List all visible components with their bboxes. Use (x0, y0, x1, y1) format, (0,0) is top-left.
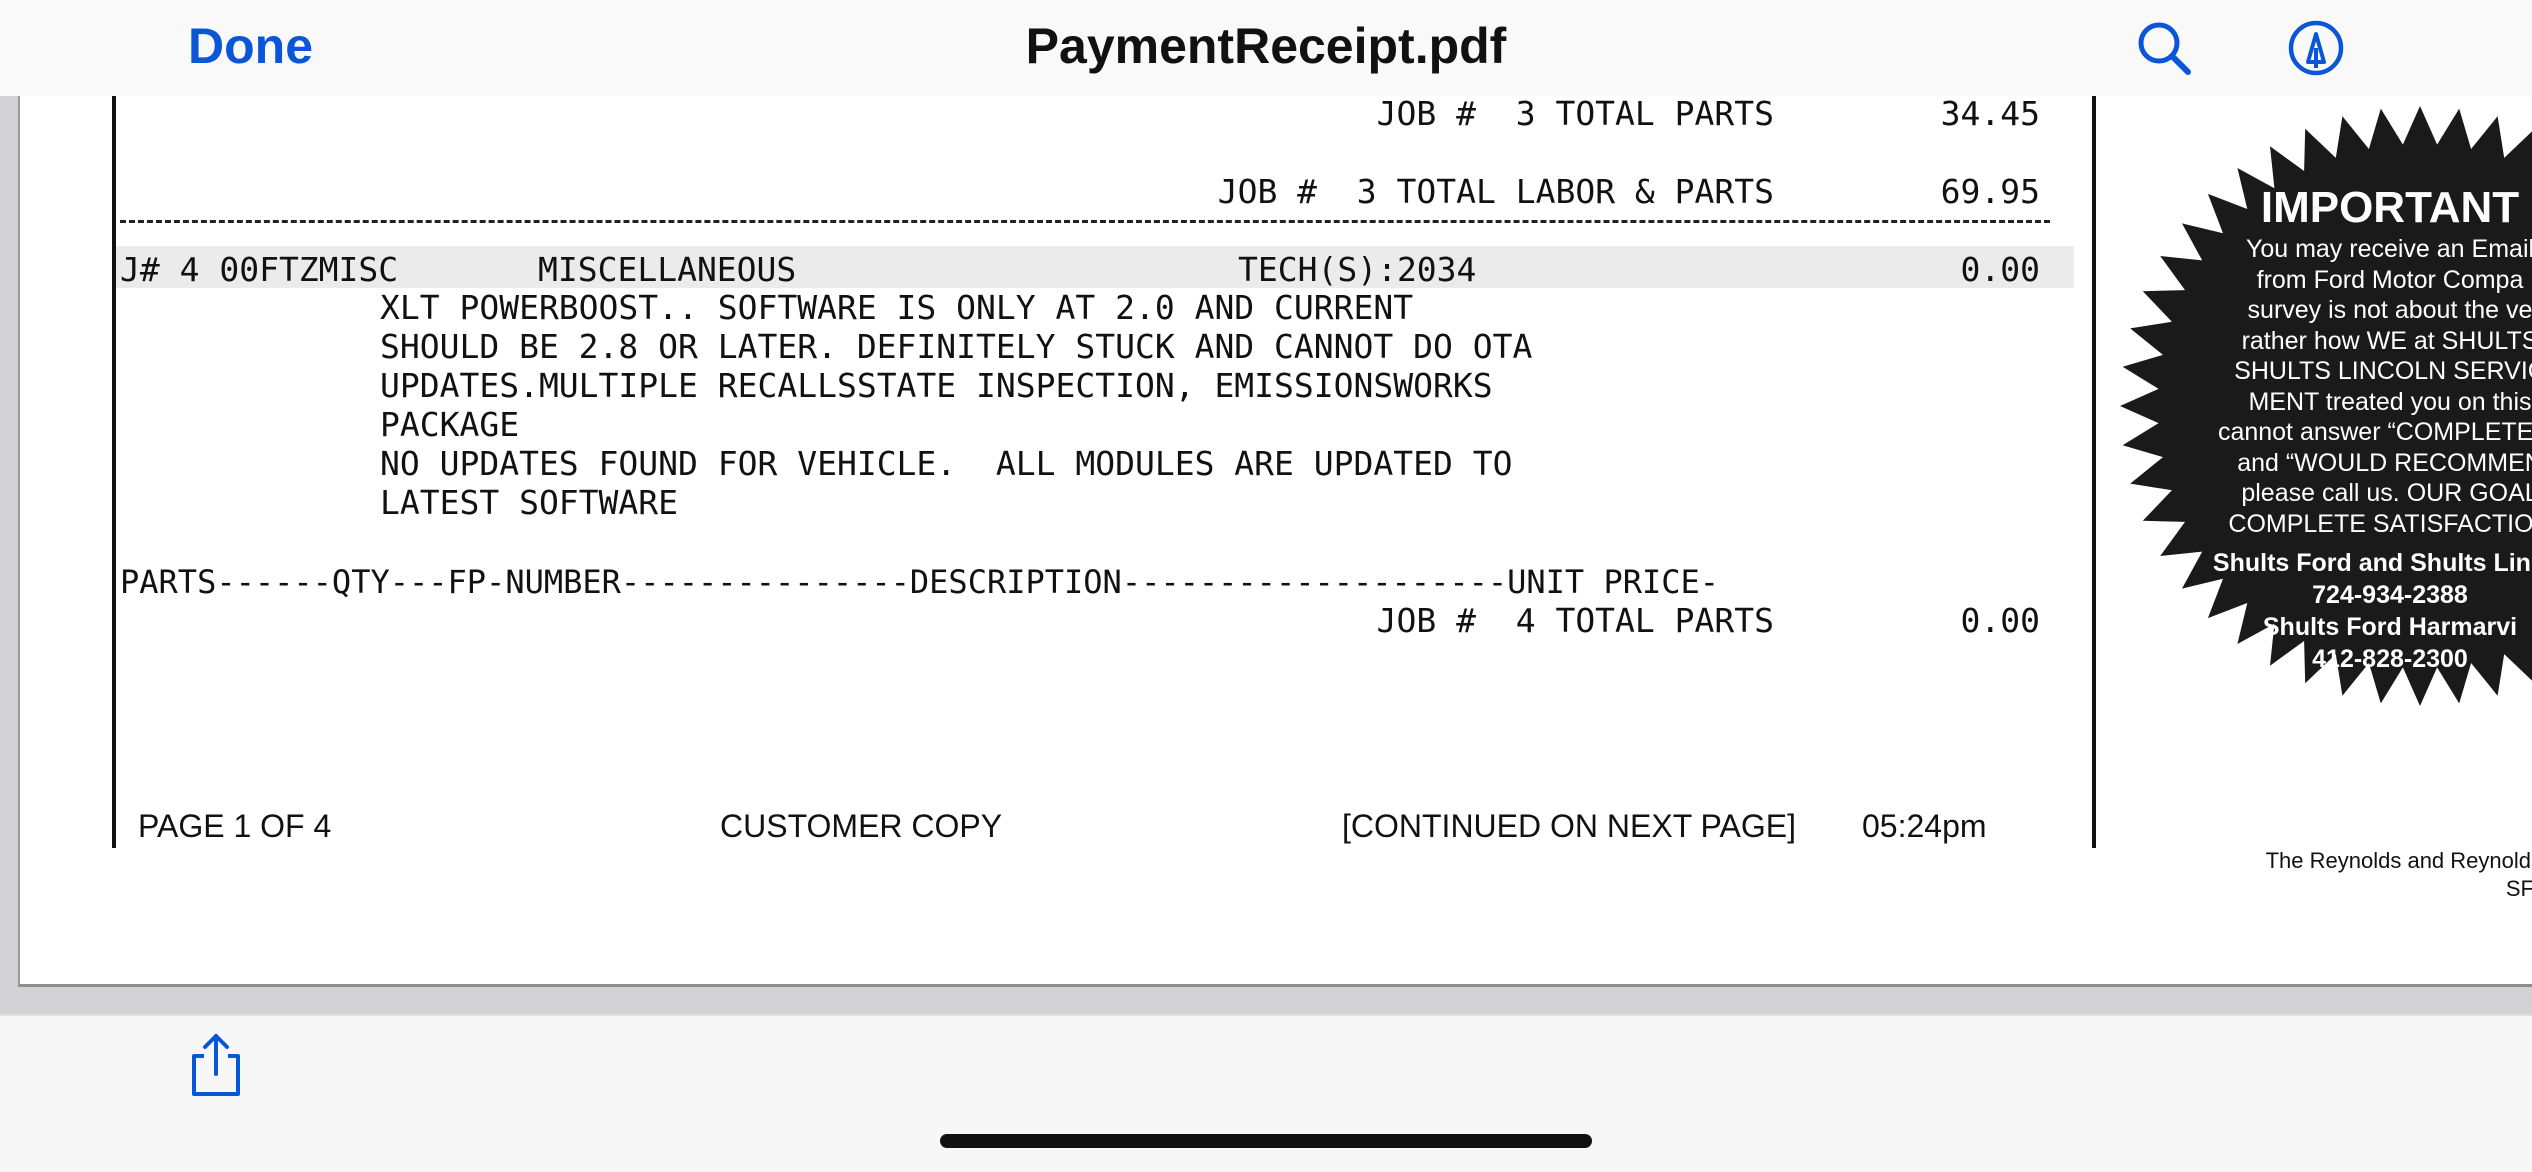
page-number: PAGE 1 OF 4 (138, 808, 332, 844)
badge-line: SHULTS LINCOLN SERVIC (2234, 357, 2532, 385)
job4-note-line: XLT POWERBOOST.. SOFTWARE IS ONLY AT 2.0… (380, 288, 1414, 327)
bottom-toolbar (0, 1014, 2532, 1172)
job4-category: MISCELLANEOUS (538, 250, 797, 289)
parts-header: PARTS------QTY---FP-NUMBER--------------… (120, 563, 1720, 601)
badge-contact: Shults Ford and Shults Lincol (2212, 549, 2532, 577)
pdf-viewer[interactable]: JOB # 3 TOTAL PARTS 34.45 JOB # 3 TOTAL … (0, 96, 2532, 1014)
job4-tech: TECH(S):2034 (1238, 250, 1477, 289)
badge-heading: IMPORTANT (2260, 183, 2520, 232)
badge-line: MENT treated you on this (2248, 387, 2532, 416)
pdf-page: JOB # 3 TOTAL PARTS 34.45 JOB # 3 TOTAL … (18, 96, 2532, 987)
job4-highlight (116, 246, 2074, 288)
job4-note-line: UPDATES.MULTIPLE RECALLSSTATE INSPECTION… (380, 366, 1493, 405)
share-icon[interactable] (186, 1032, 246, 1098)
badge-line: cannot answer “COMPLETELY (2217, 418, 2532, 446)
job4-code: J# 4 00FTZMISC (120, 250, 399, 289)
job4-amount: 0.00 (1960, 250, 2040, 289)
badge-contact: Shults Ford Harmarvi (2262, 613, 2518, 641)
badge-line: from Ford Motor Compa (2256, 265, 2524, 294)
badge-line: and “WOULD RECOMMEN (2237, 448, 2532, 477)
job4-note-line: NO UPDATES FOUND FOR VEHICLE. ALL MODULE… (380, 444, 1513, 483)
job4-note-line: SHOULD BE 2.8 OR LATER. DEFINITELY STUCK… (380, 327, 1533, 366)
badge-contact: 412-828-2300 (2312, 645, 2468, 673)
home-indicator[interactable] (940, 1134, 1592, 1148)
job4-note-line: LATEST SOFTWARE (380, 483, 679, 522)
badge-line: COMPLETE SATISFACTION (2228, 509, 2532, 538)
badge-line: please call us. OUR GOAL (2241, 479, 2532, 507)
publisher-line: SF (2505, 876, 2532, 901)
badge-line: rather how WE at SHULTS (2241, 326, 2532, 355)
separator-line (120, 220, 2050, 223)
publisher-line: The Reynolds and Reynolds C (2265, 848, 2532, 873)
job4-note-line: PACKAGE (380, 405, 520, 444)
search-icon[interactable] (2134, 18, 2194, 78)
job3-labor-parts-label: JOB # 3 TOTAL LABOR & PARTS (1217, 172, 1774, 211)
job3-parts-amount: 34.45 (1940, 96, 2040, 133)
print-time: 05:24pm (1862, 808, 1987, 844)
badge-line: You may receive an Email (2245, 235, 2532, 263)
badge-line: survey is not about the ve (2247, 296, 2532, 324)
job4-parts-amount: 0.00 (1960, 601, 2040, 640)
customer-copy-label: CUSTOMER COPY (720, 808, 1003, 844)
badge-content: IMPORTANT You may receive an Email from … (2170, 182, 2532, 675)
nav-bar: Done PaymentReceipt.pdf (0, 0, 2532, 98)
job3-labor-parts-amount: 69.95 (1940, 172, 2040, 211)
job4-parts-label: JOB # 4 TOTAL PARTS (1376, 601, 1774, 640)
job3-parts-label: JOB # 3 TOTAL PARTS (1376, 96, 1774, 133)
markup-icon[interactable] (2286, 18, 2346, 78)
badge-contact: 724-934-2388 (2312, 581, 2468, 609)
continued-label: [CONTINUED ON NEXT PAGE] (1342, 808, 1796, 844)
